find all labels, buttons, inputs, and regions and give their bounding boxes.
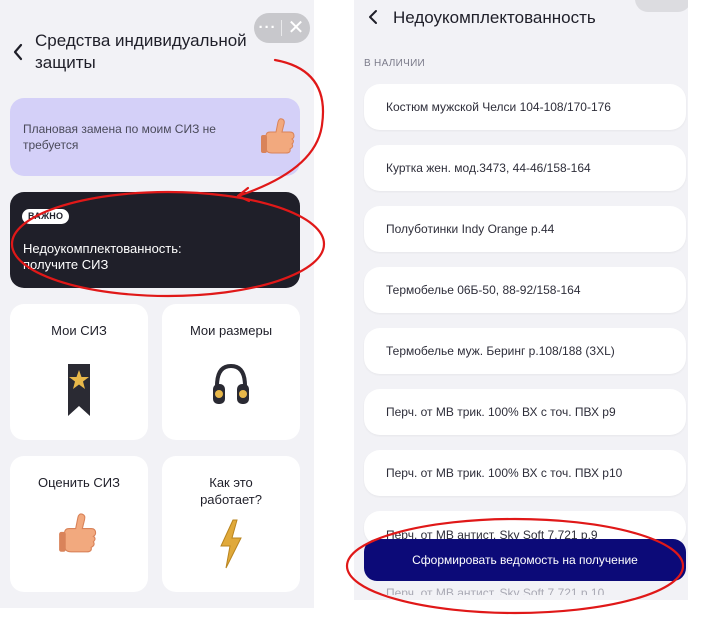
more-options-button[interactable]: ··· bbox=[254, 13, 281, 43]
important-badge: ВАЖНО bbox=[22, 209, 70, 224]
tile-my-sizes-label: Мои размеры bbox=[189, 323, 273, 338]
back-button[interactable] bbox=[12, 42, 24, 66]
tile-my-ppe[interactable]: Мои СИЗ bbox=[10, 304, 148, 440]
right-phone-screen: Недоукомплектованность В НАЛИЧИИ Костюм … bbox=[354, 0, 688, 600]
list-item[interactable]: Куртка жен. мод.3473, 44-46/158-164 bbox=[364, 145, 686, 191]
list-item-label: Полуботинки Indy Orange р.44 bbox=[386, 222, 555, 236]
tile-how-it-works-label: Как это работает? bbox=[200, 475, 262, 507]
list-item[interactable]: Перч. от МВ трик. 100% ВХ с точ. ПВХ р9 bbox=[364, 389, 686, 435]
list-item-label: Термобелье 06Б-50, 88-92/158-164 bbox=[386, 283, 581, 297]
list-item-label: Перч. от МВ трик. 100% ВХ с точ. ПВХ р10 bbox=[386, 466, 623, 480]
incompleteness-alert-text: Недоукомплектованность: получите СИЗ bbox=[23, 241, 182, 272]
page-title: Недоукомплектованность bbox=[393, 8, 596, 27]
thumbs-up-icon bbox=[59, 513, 97, 553]
mini-app-capsule bbox=[635, 0, 688, 12]
close-button[interactable]: ✕ bbox=[282, 13, 310, 43]
chevron-left-icon bbox=[13, 43, 23, 61]
thumbs-up-icon bbox=[261, 118, 295, 154]
list-item[interactable]: Костюм мужской Челси 104-108/170-176 bbox=[364, 84, 686, 130]
list-item[interactable]: Термобелье муж. Беринг р.108/188 (3XL) bbox=[364, 328, 686, 374]
list-item-label: Костюм мужской Челси 104-108/170-176 bbox=[386, 100, 611, 114]
tile-my-sizes[interactable]: Мои размеры bbox=[162, 304, 300, 440]
mini-app-capsule: ··· ✕ bbox=[254, 13, 310, 43]
list-item-label: Термобелье муж. Беринг р.108/188 (3XL) bbox=[386, 344, 615, 358]
list-item[interactable]: Полуботинки Indy Orange р.44 bbox=[364, 206, 686, 252]
tile-how-it-works[interactable]: Как это работает? bbox=[162, 456, 300, 592]
headphones-icon bbox=[213, 363, 249, 404]
list-item-label: Перч. от МВ трик. 100% ВХ с точ. ПВХ р9 bbox=[386, 405, 616, 419]
planned-replacement-text: Плановая замена по моим СИЗ не требуется bbox=[23, 122, 216, 152]
chevron-left-icon bbox=[369, 10, 377, 24]
tile-rate-ppe-label: Оценить СИЗ bbox=[37, 475, 120, 490]
page-title: Средства индивидуальной защиты bbox=[35, 31, 247, 72]
form-statement-button[interactable]: Сформировать ведомость на получение bbox=[364, 539, 686, 581]
bookmark-star-icon bbox=[68, 364, 90, 416]
list-item[interactable]: Термобелье 06Б-50, 88-92/158-164 bbox=[364, 267, 686, 313]
lightning-icon bbox=[220, 519, 242, 569]
list-item-label: Перч. от МВ антист. Sky Soft 7.721 р.10 bbox=[386, 586, 605, 595]
left-phone-screen: ··· ✕ Средства индивидуальной защиты Пла… bbox=[0, 0, 314, 608]
tile-my-ppe-label: Мои СИЗ bbox=[51, 323, 107, 338]
list-item-label: Куртка жен. мод.3473, 44-46/158-164 bbox=[386, 161, 591, 175]
list-item[interactable]: Перч. от МВ трик. 100% ВХ с точ. ПВХ р10 bbox=[364, 450, 686, 496]
tile-rate-ppe[interactable]: Оценить СИЗ bbox=[10, 456, 148, 592]
section-label-in-stock: В НАЛИЧИИ bbox=[364, 58, 426, 69]
back-button[interactable] bbox=[368, 8, 378, 31]
incompleteness-alert-card[interactable]: ВАЖНО Недоукомплектованность: получите С… bbox=[10, 192, 300, 288]
planned-replacement-card[interactable]: Плановая замена по моим СИЗ не требуется bbox=[10, 98, 300, 176]
